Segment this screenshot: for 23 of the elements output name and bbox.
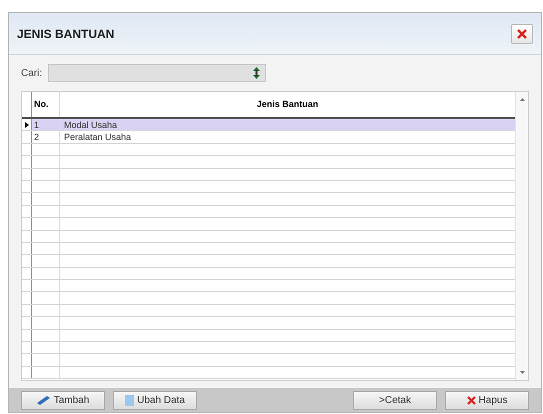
scroll-up-icon[interactable] (520, 98, 524, 101)
row-pointer-icon (24, 122, 28, 128)
table-cell-text: Peralatan Usaha (63, 131, 132, 143)
delete-icon (466, 396, 476, 404)
action-button[interactable]: Hapus (445, 390, 529, 410)
scroll-down-icon[interactable] (520, 371, 524, 374)
column-header[interactable]: No. (32, 92, 60, 117)
search-field[interactable] (48, 64, 266, 82)
table-row[interactable]: 1 Modal Usaha (22, 119, 515, 132)
window-title: JENIS BANTUAN (17, 26, 114, 42)
pencil-icon (36, 395, 51, 405)
search-label: Cari: (21, 66, 42, 80)
action-button[interactable]: Tambah (21, 390, 105, 410)
document-icon (125, 394, 134, 406)
table-cell: 1 (32, 119, 60, 130)
action-button[interactable]: Ubah Data (113, 390, 197, 410)
table-cell-text: Modal Usaha (63, 119, 118, 130)
close-icon (517, 28, 527, 38)
close-button[interactable] (511, 24, 533, 44)
table-row[interactable]: 2 Peralatan Usaha (22, 131, 515, 144)
column-header[interactable]: Jenis Bantuan (60, 92, 515, 117)
table-cell: 2 (32, 131, 60, 143)
action-button[interactable]: >Cetak (353, 390, 437, 410)
